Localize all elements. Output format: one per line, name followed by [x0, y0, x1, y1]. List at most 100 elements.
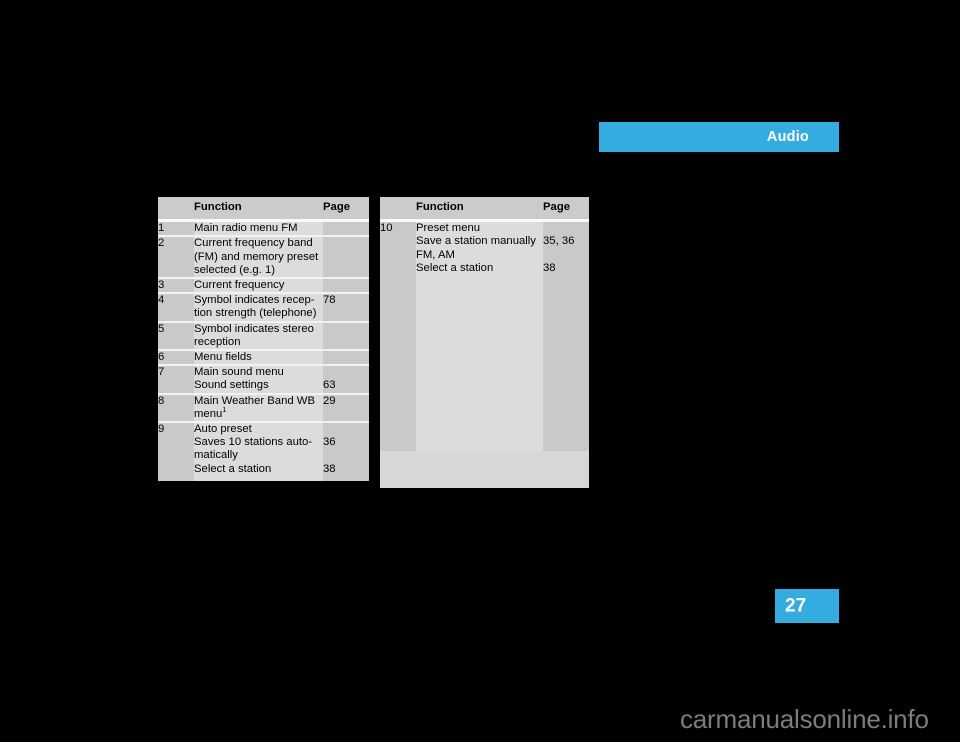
- table-header-page: Page: [543, 197, 589, 220]
- table-header-row: Function Page: [380, 197, 589, 220]
- table-header-page: Page: [323, 197, 369, 220]
- table-cell-index: 6: [158, 351, 194, 365]
- function-table-left-grid: Function Page 1 Main radio menu FM 2 Current…: [158, 197, 369, 481]
- table-filler-cell: [543, 275, 589, 452]
- page-reference: [323, 423, 369, 436]
- table-tail-cell: [194, 475, 323, 481]
- page-reference: [323, 366, 369, 379]
- page-reference: 63: [323, 379, 336, 392]
- function-text-line: Main radio menu FM: [194, 222, 298, 235]
- table-header-index: [380, 197, 416, 220]
- table-row: 8 Main Weather Band WB menu1 29: [158, 394, 369, 422]
- table-cell-index: 2: [158, 237, 194, 278]
- table-cell-page: 78: [323, 294, 369, 321]
- site-watermark: carmanualsonline.info: [680, 704, 929, 734]
- function-text-line: Current frequency: [194, 279, 285, 292]
- function-text-line: Main sound menu: [194, 366, 284, 379]
- table-cell-function: Main radio menu FM: [194, 222, 323, 236]
- table-cell-index: 9: [158, 423, 194, 476]
- page-reference: [543, 222, 589, 235]
- function-table-right: Function Page 10 Preset menu Save a station …: [380, 197, 589, 488]
- table-cell-index: 1: [158, 222, 194, 236]
- table-tail-row: [158, 475, 369, 481]
- function-text-line: reception: [194, 335, 241, 348]
- page-reference: [323, 351, 369, 364]
- table-row: 3 Current frequency: [158, 279, 369, 293]
- table-cell-page: [323, 237, 369, 278]
- page-reference: 38: [543, 261, 556, 274]
- function-text-line: Symbol indicates stereo: [194, 322, 314, 335]
- function-text-line: Preset menu: [416, 222, 481, 235]
- page-reference: 36: [323, 436, 336, 449]
- table-cell-index: 5: [158, 322, 194, 350]
- table-cell-function: Menu fields: [194, 351, 323, 365]
- table-cell-page: 35, 36 38: [543, 222, 589, 276]
- table-row: 5 Symbol indicates stereo reception: [158, 322, 369, 350]
- audio-section-banner-label: Audio: [766, 128, 809, 145]
- page-reference: [323, 323, 369, 336]
- table-cell-index: 8: [158, 394, 194, 422]
- function-text-line: (FM) and memory preset: [194, 250, 319, 263]
- table-row: 1 Main radio menu FM: [158, 222, 369, 236]
- page-reference: [323, 279, 369, 292]
- table-cell-index: 7: [158, 366, 194, 393]
- page-reference: 38: [323, 462, 336, 475]
- table-cell-page: [323, 279, 369, 293]
- page-reference: [323, 222, 369, 235]
- table-row: 9 Auto preset Saves 10 stations auto-matic…: [158, 423, 369, 476]
- page-reference: [543, 249, 589, 262]
- page-reference: [323, 307, 369, 320]
- table-cell-function: Preset menu Save a station manually FM, AM…: [416, 222, 543, 276]
- function-text-line: Save a station manually: [416, 235, 536, 248]
- function-table-left: Function Page 1 Main radio menu FM 2 Current…: [158, 197, 369, 481]
- table-cell-page: [323, 351, 369, 365]
- table-cell-function: Symbol indicates stereo reception: [194, 322, 323, 350]
- page-reference: [323, 251, 369, 264]
- function-text-line: FM, AM: [416, 248, 455, 261]
- table-cell-function: Symbol indicates recep-tion strength (te…: [194, 294, 323, 321]
- function-text-line: Auto preset: [194, 423, 252, 436]
- function-text-line: Symbol indicates recep-: [194, 294, 315, 307]
- footnote-marker: 1: [222, 405, 227, 415]
- table-tail-cell: [158, 475, 194, 481]
- table-cell-function: Current frequency: [194, 279, 323, 293]
- function-text-line: selected (e.g. 1): [194, 263, 276, 276]
- audio-section-banner: Audio: [599, 122, 839, 152]
- table-cell-page: 36 38: [323, 423, 369, 476]
- function-text-line: Select a station: [194, 462, 272, 475]
- table-cell-page: 29: [323, 394, 369, 422]
- table-header-function: Function: [416, 197, 543, 220]
- function-text-line: Menu fields: [194, 351, 252, 364]
- table-header-function: Function: [194, 197, 323, 220]
- table-tail-cell: [323, 475, 369, 481]
- page-number-tab: 27: [775, 589, 839, 623]
- table-cell-index: 4: [158, 294, 194, 321]
- table-filler-cell: [380, 275, 416, 452]
- function-text-line: Sound settings: [194, 379, 269, 392]
- page-reference: 29: [323, 394, 336, 407]
- function-text-line: Saves 10 stations auto-: [194, 436, 313, 449]
- table-cell-function: Main sound menu Sound settings: [194, 366, 323, 393]
- table-row: 10 Preset menu Save a station manually FM, …: [380, 222, 589, 276]
- page-reference: [323, 264, 369, 277]
- table-cell-function: Auto preset Saves 10 stations auto-matica…: [194, 423, 323, 476]
- table-cell-page: 63: [323, 366, 369, 393]
- function-text-line: Current frequency band: [194, 237, 313, 250]
- table-filler-cell: [416, 275, 543, 452]
- function-text-line: tion strength (telephone): [194, 307, 317, 320]
- table-row: 6 Menu fields: [158, 351, 369, 365]
- table-header-row: Function Page: [158, 197, 369, 220]
- table-header-index: [158, 197, 194, 220]
- function-text-line: Main Weather Band WB: [194, 394, 315, 407]
- function-table-right-grid: Function Page 10 Preset menu Save a station …: [380, 197, 589, 452]
- table-cell-function: Current frequency band (FM) and memory pr…: [194, 237, 323, 278]
- table-cell-page: [323, 322, 369, 350]
- table-filler-row: [380, 275, 589, 452]
- page-reference: [323, 408, 369, 421]
- function-text-line: matically: [194, 449, 238, 462]
- page-reference: [323, 336, 369, 349]
- table-cell-index: 3: [158, 279, 194, 293]
- table-cell-page: [323, 222, 369, 236]
- table-row: 2 Current frequency band (FM) and memory p…: [158, 237, 369, 278]
- table-row: 4 Symbol indicates recep-tion strength (t…: [158, 294, 369, 321]
